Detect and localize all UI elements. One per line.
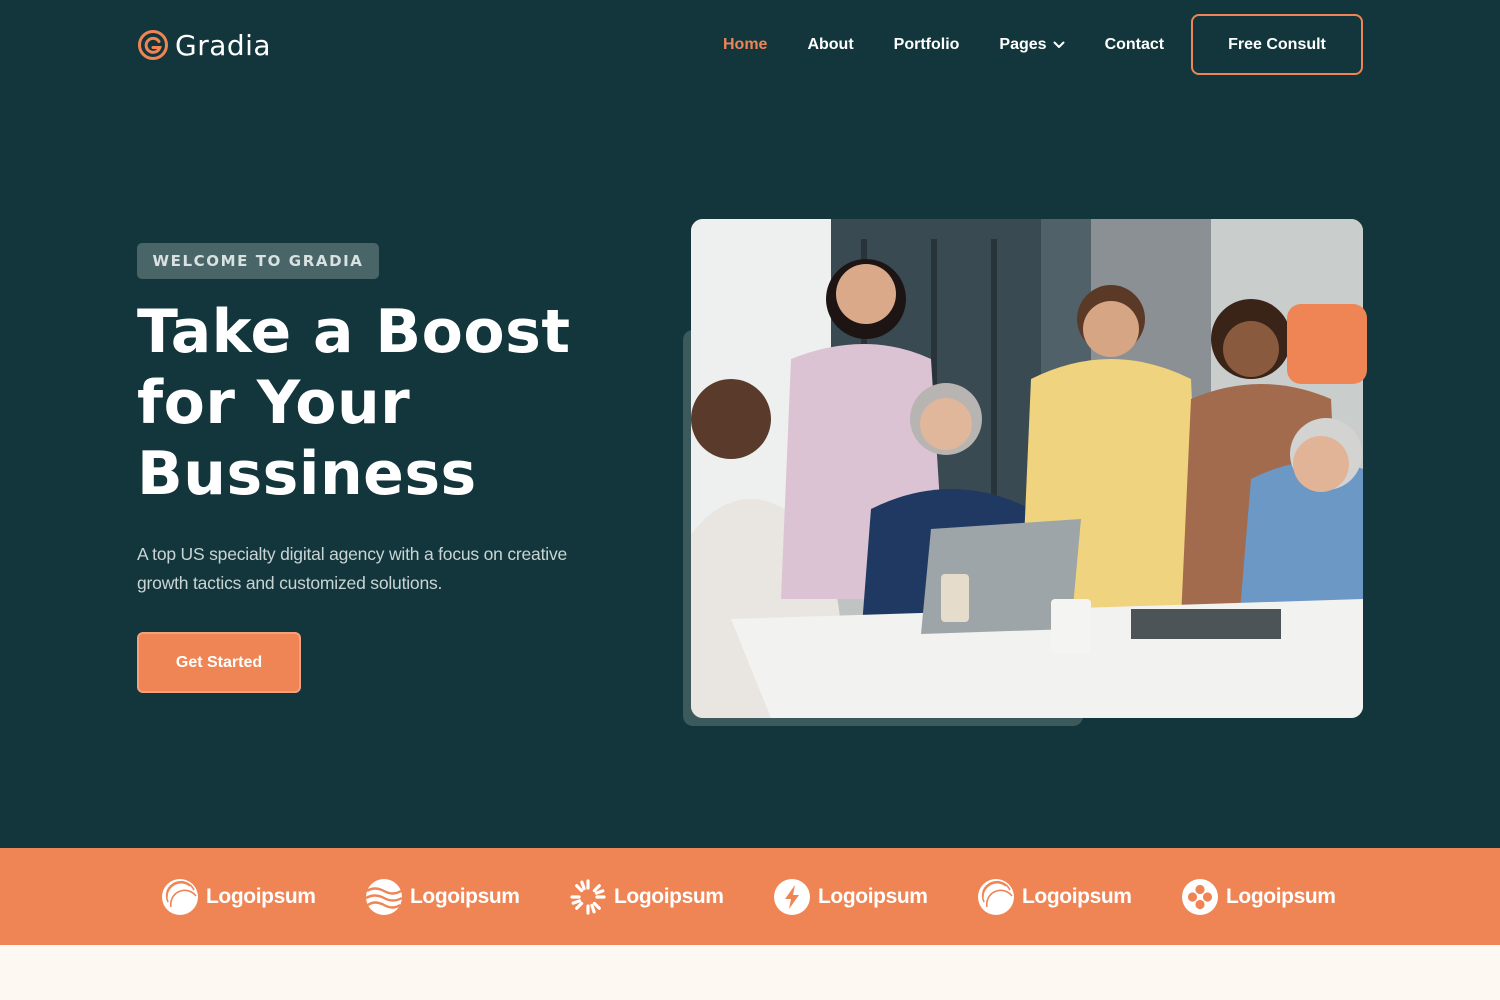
- nav-contact[interactable]: Contact: [1105, 36, 1165, 54]
- sunburst-icon: [570, 879, 606, 915]
- partner-name: Logoipsum: [410, 885, 520, 908]
- hero-title: Take a Boost for Your Bussiness: [137, 297, 657, 510]
- nav-home-label: Home: [723, 36, 768, 53]
- next-section-band: [0, 945, 1500, 1000]
- partner-logo[interactable]: Logoipsum: [569, 878, 724, 916]
- nav-portfolio[interactable]: Portfolio: [894, 36, 960, 54]
- navbar: Gradia Home About Portfolio Pages Contac…: [0, 0, 1500, 90]
- hero-description: A top US specialty digital agency with a…: [137, 544, 568, 593]
- hero-title-line: Bussiness: [137, 439, 477, 509]
- partner-name: Logoipsum: [818, 885, 928, 908]
- partner-logos: Logoipsum Logoipsum Logoipsum Logoipsum …: [0, 848, 1500, 945]
- nav-pages-dropdown[interactable]: Pages: [999, 36, 1065, 54]
- hero-title-line: Take a Boost: [137, 297, 571, 367]
- sphere-icon: [978, 879, 1014, 915]
- hero-title-line: for Your: [137, 368, 411, 438]
- partner-logo[interactable]: Logoipsum: [161, 878, 316, 916]
- brand-name: Gradia: [175, 28, 272, 62]
- nav-about-label: About: [807, 36, 854, 53]
- free-consult-button[interactable]: Free Consult: [1191, 14, 1363, 75]
- chevron-down-icon: [1053, 41, 1065, 48]
- waves-icon: [365, 879, 403, 915]
- nav-pages-label: Pages: [999, 36, 1047, 53]
- nav-portfolio-label: Portfolio: [893, 36, 960, 53]
- partner-logo[interactable]: Logoipsum: [773, 878, 928, 916]
- gradia-logo-icon: [138, 30, 168, 60]
- sphere-icon: [162, 879, 198, 915]
- partner-name: Logoipsum: [1022, 885, 1132, 908]
- nav-contact-label: Contact: [1104, 36, 1165, 53]
- partner-name: Logoipsum: [206, 885, 316, 908]
- partner-name: Logoipsum: [614, 885, 724, 908]
- nav-home[interactable]: Home: [723, 36, 767, 54]
- accent-square: [1287, 304, 1367, 384]
- partner-logo[interactable]: Logoipsum: [1181, 878, 1336, 916]
- partner-logo[interactable]: Logoipsum: [977, 878, 1132, 916]
- partner-logo[interactable]: Logoipsum: [365, 878, 520, 916]
- team-photo-illustration: [691, 219, 1363, 718]
- brand-logo[interactable]: Gradia: [137, 28, 271, 62]
- get-started-button[interactable]: Get Started: [137, 632, 301, 693]
- welcome-badge: WELCOME TO GRADIA: [137, 243, 379, 279]
- bolt-icon: [774, 879, 810, 915]
- main-nav: Home About Portfolio Pages Contact: [723, 33, 1164, 57]
- partner-name: Logoipsum: [1226, 885, 1336, 908]
- clover-icon: [1182, 879, 1218, 915]
- nav-about[interactable]: About: [807, 36, 853, 54]
- team-photo: [691, 219, 1363, 718]
